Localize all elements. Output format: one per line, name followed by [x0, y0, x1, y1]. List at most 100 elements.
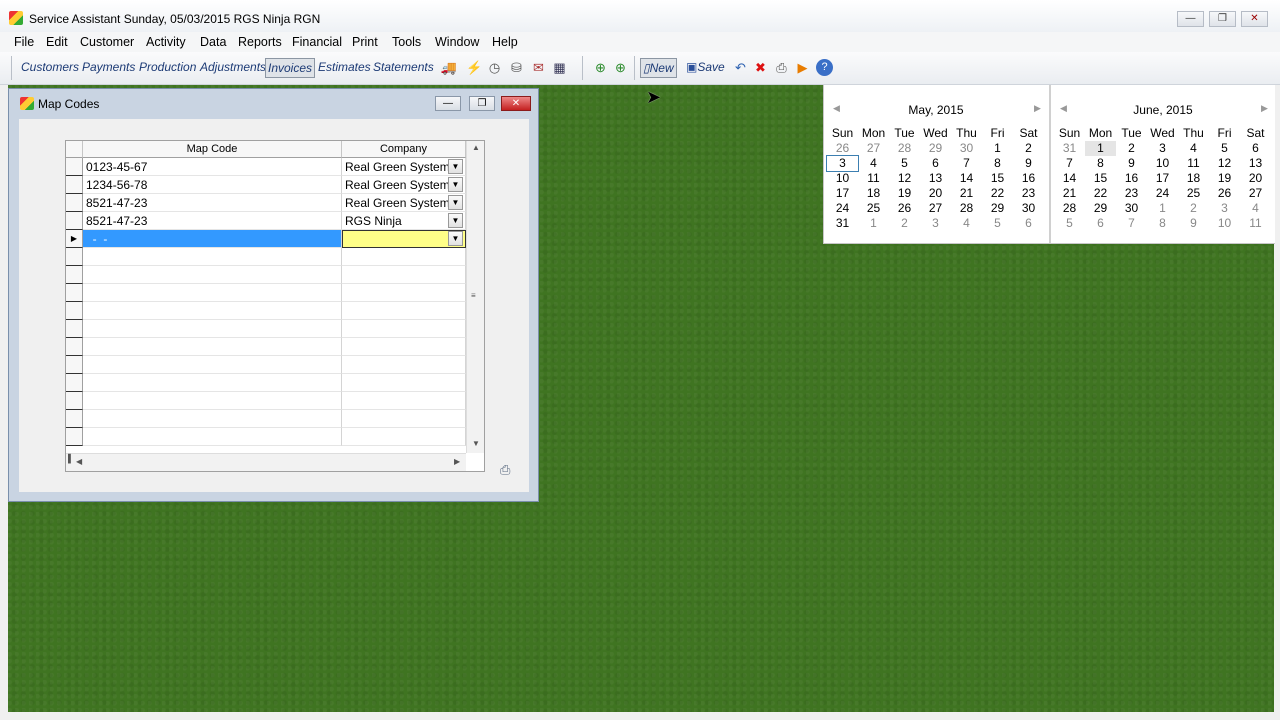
horizontal-scrollbar[interactable]: ▌ ◀ ▶ [66, 453, 466, 471]
map-codes-minimize-button[interactable]: — [435, 96, 461, 111]
company-dropdown-button[interactable]: ▼ [448, 231, 463, 246]
row-header[interactable] [66, 338, 83, 356]
map-code-cell[interactable] [83, 320, 342, 338]
calendar-day[interactable]: 29 [920, 141, 951, 156]
row-header[interactable] [66, 392, 83, 410]
next-month-icon[interactable]: ▶ [1034, 103, 1041, 114]
calendar-day[interactable]: 1 [858, 216, 889, 231]
scroll-left-thumb[interactable]: ▌ [68, 454, 74, 463]
calendar-day[interactable]: 2 [1116, 141, 1147, 156]
calendar-day[interactable]: 26 [1209, 186, 1240, 201]
calendar-day[interactable]: 4 [858, 156, 889, 171]
calendar-day[interactable]: 16 [1116, 171, 1147, 186]
scroll-down-icon[interactable]: ▼ [472, 439, 480, 448]
map-code-cell[interactable] [83, 284, 342, 302]
company-cell[interactable] [342, 356, 466, 374]
map-code-cell[interactable]: 8521-47-23 [83, 212, 342, 230]
calendar-day[interactable]: 21 [951, 186, 982, 201]
menu-window[interactable]: Window [435, 33, 479, 51]
row-header[interactable] [66, 158, 83, 176]
calendar-day[interactable]: 12 [1209, 156, 1240, 171]
calendar-day[interactable]: 26 [889, 201, 920, 216]
menu-activity[interactable]: Activity [146, 33, 186, 51]
company-cell[interactable] [342, 302, 466, 320]
calendar-day[interactable]: 25 [1178, 186, 1209, 201]
calendar-day[interactable]: 19 [889, 186, 920, 201]
calendar-day[interactable]: 27 [858, 141, 889, 156]
calendar-day[interactable]: 14 [1054, 171, 1085, 186]
calendar-day[interactable]: 28 [889, 141, 920, 156]
calendar-day[interactable]: 30 [1116, 201, 1147, 216]
calendar-day[interactable]: 31 [827, 216, 858, 231]
map-code-cell[interactable] [83, 356, 342, 374]
row-header[interactable] [66, 248, 83, 266]
calendar-day[interactable]: 29 [1085, 201, 1116, 216]
maximize-button[interactable]: ❐ [1209, 11, 1236, 27]
lightning-icon[interactable]: ⚡ [466, 59, 483, 76]
map-code-cell[interactable] [83, 410, 342, 428]
row-header[interactable] [66, 410, 83, 428]
calendar-day[interactable]: 1 [1147, 201, 1178, 216]
calendar-day[interactable]: 8 [982, 156, 1013, 171]
calendar-day[interactable]: 5 [982, 216, 1013, 231]
company-cell[interactable] [342, 338, 466, 356]
row-header[interactable] [66, 266, 83, 284]
calendar-day[interactable]: 10 [1147, 156, 1178, 171]
calendar-day[interactable]: 25 [858, 201, 889, 216]
calendar-day[interactable]: 7 [1054, 156, 1085, 171]
help-icon[interactable]: ? [816, 59, 833, 76]
map-code-cell[interactable] [83, 428, 342, 446]
calendar-day[interactable]: 21 [1054, 186, 1085, 201]
close-button[interactable]: ✕ [1241, 11, 1268, 27]
calendar-day[interactable]: 8 [1085, 156, 1116, 171]
row-header[interactable] [66, 374, 83, 392]
menu-help[interactable]: Help [492, 33, 518, 51]
new-button[interactable]: ▯New [640, 58, 677, 78]
calendar-day[interactable]: 27 [920, 201, 951, 216]
calendar-day[interactable]: 30 [951, 141, 982, 156]
company-cell[interactable] [342, 410, 466, 428]
calendar-day[interactable]: 19 [1209, 171, 1240, 186]
export-icon[interactable]: ▶ [794, 59, 811, 76]
next-month-icon[interactable]: ▶ [1261, 103, 1268, 114]
scroll-up-icon[interactable]: ▲ [472, 143, 480, 152]
undo-icon[interactable]: ↶ [732, 59, 749, 76]
calendar-day[interactable]: 27 [1240, 186, 1271, 201]
calendar-day[interactable]: 22 [1085, 186, 1116, 201]
calendar-day[interactable]: 9 [1116, 156, 1147, 171]
truck-icon[interactable]: 🚚 [437, 59, 461, 76]
routes-icon[interactable]: ⛁ [508, 59, 525, 76]
back-icon[interactable]: ⊕ [592, 59, 609, 76]
calendar-day[interactable]: 8 [1147, 216, 1178, 231]
calendar-day[interactable]: 5 [1054, 216, 1085, 231]
company-cell[interactable] [342, 284, 466, 302]
row-header[interactable] [66, 302, 83, 320]
calendar-day[interactable]: 24 [827, 201, 858, 216]
menu-print[interactable]: Print [352, 33, 378, 51]
scroll-left-icon[interactable]: ◀ [76, 457, 82, 466]
calendar-day[interactable]: 28 [1054, 201, 1085, 216]
scroll-right-icon[interactable]: ▶ [454, 457, 460, 466]
calendar-day[interactable]: 28 [951, 201, 982, 216]
column-header-company[interactable]: Company [342, 141, 466, 158]
production-button[interactable]: Production [139, 58, 196, 76]
calendar-day[interactable]: 15 [1085, 171, 1116, 186]
calendar-day[interactable]: 30 [1013, 201, 1044, 216]
statements-button[interactable]: Statements [373, 58, 434, 76]
calendar-day[interactable]: 2 [1178, 201, 1209, 216]
map-codes-maximize-button[interactable]: ❐ [469, 96, 495, 111]
calendar-day[interactable]: 29 [982, 201, 1013, 216]
minimize-button[interactable]: — [1177, 11, 1204, 27]
calendar-day[interactable]: 3 [1209, 201, 1240, 216]
map-codes-close-button[interactable]: ✕ [501, 96, 531, 111]
row-header[interactable] [66, 176, 83, 194]
calendar-day[interactable]: 11 [858, 171, 889, 186]
calendar-day[interactable]: 1 [982, 141, 1013, 156]
calendar-day[interactable]: 24 [1147, 186, 1178, 201]
calendar-day[interactable]: 6 [1085, 216, 1116, 231]
calendar-day[interactable]: 3 [1147, 141, 1178, 156]
calendar-day[interactable]: 5 [889, 156, 920, 171]
invoices-button[interactable]: Invoices [265, 58, 316, 78]
calendar-grid-icon[interactable]: ▦ [551, 59, 568, 76]
row-header[interactable] [66, 356, 83, 374]
